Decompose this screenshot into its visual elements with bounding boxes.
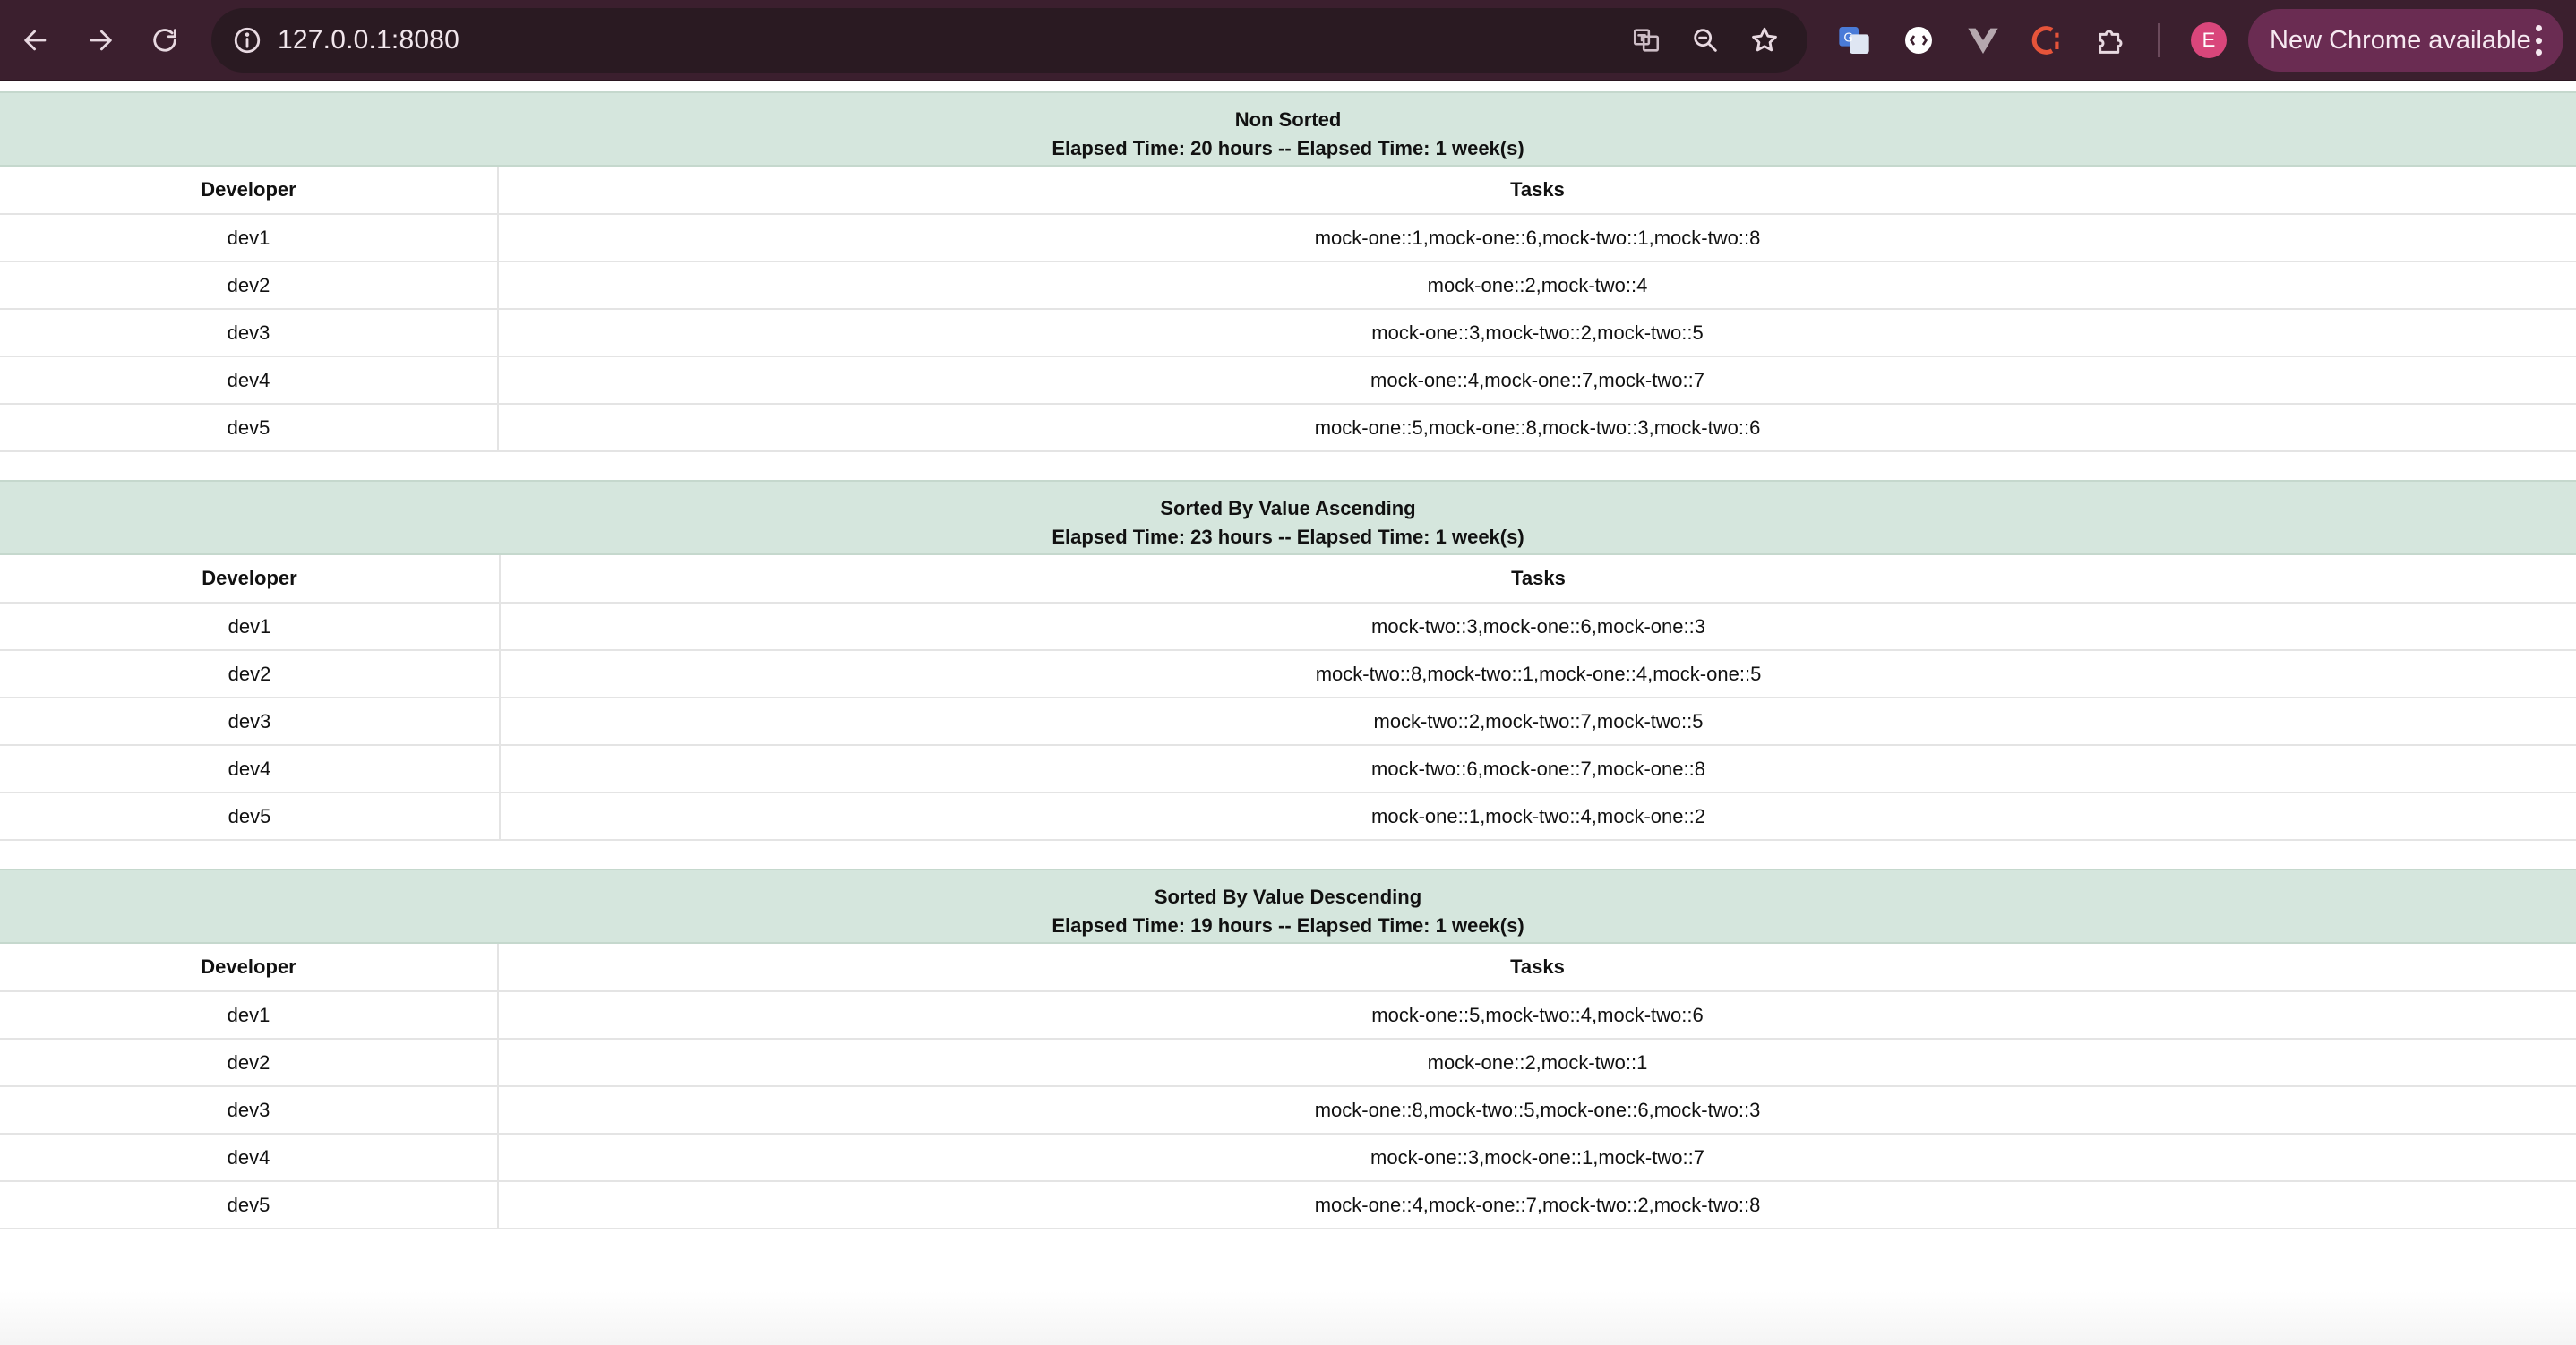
page-content: Non Sorted Elapsed Time: 20 hours -- Ela… <box>0 81 2576 1345</box>
table-row: dev4 mock-two::6,mock-one::7,mock-one::8 <box>0 745 2576 793</box>
new-chrome-available-button[interactable]: New Chrome available <box>2248 9 2563 72</box>
browser-toolbar: 127.0.0.1:8080 G E New Chrome available <box>0 0 2576 81</box>
more-vert-icon[interactable] <box>2529 22 2547 58</box>
section-non-sorted: Non Sorted Elapsed Time: 20 hours -- Ela… <box>0 91 2576 452</box>
tasks-cell: mock-one::4,mock-one::7,mock-two::2,mock… <box>498 1181 2576 1229</box>
arrow-right-icon <box>90 30 112 51</box>
section-title: Sorted By Value Ascending <box>1160 497 1416 519</box>
tasks-cell: mock-one::2,mock-two::1 <box>498 1039 2576 1087</box>
table-row: dev4 mock-one::3,mock-one::1,mock-two::7 <box>0 1134 2576 1182</box>
section-header: Sorted By Value Descending Elapsed Time:… <box>0 869 2576 944</box>
developer-task-table: Developer Tasks dev1 mock-two::3,mock-on… <box>0 555 2576 841</box>
tasks-cell: mock-one::5,mock-one::8,mock-two::3,mock… <box>498 404 2576 452</box>
arrow-left-icon <box>24 30 47 51</box>
column-header-tasks: Tasks <box>500 555 2576 604</box>
extension-circle-icon[interactable] <box>1899 21 1938 60</box>
tasks-cell: mock-one::5,mock-two::4,mock-two::6 <box>498 991 2576 1040</box>
tasks-cell: mock-two::3,mock-one::6,mock-one::3 <box>500 603 2576 651</box>
tasks-cell: mock-two::2,mock-two::7,mock-two::5 <box>500 698 2576 746</box>
google-translate-extension-icon[interactable]: G <box>1834 21 1874 60</box>
column-header-developer: Developer <box>0 555 501 604</box>
elapsed-time: Elapsed Time: 19 hours -- Elapsed Time: … <box>1052 914 1524 937</box>
forward-button[interactable] <box>75 15 125 65</box>
tasks-cell: mock-one::3,mock-one::1,mock-two::7 <box>498 1134 2576 1182</box>
column-header-tasks: Tasks <box>498 944 2576 992</box>
zoom-icon[interactable] <box>1689 24 1722 56</box>
table-header-row: Developer Tasks <box>0 167 2576 215</box>
tasks-cell: mock-two::6,mock-one::7,mock-one::8 <box>500 745 2576 793</box>
svg-text:G: G <box>1843 32 1852 46</box>
table-row: dev1 mock-two::3,mock-one::6,mock-one::3 <box>0 603 2576 651</box>
section-sorted-descending: Sorted By Value Descending Elapsed Time:… <box>0 869 2576 1229</box>
developer-cell: dev2 <box>0 1039 499 1087</box>
column-header-developer: Developer <box>0 167 499 215</box>
table-row: dev1 mock-one::1,mock-one::6,mock-two::1… <box>0 214 2576 262</box>
section-header: Non Sorted Elapsed Time: 20 hours -- Ela… <box>0 91 2576 167</box>
table-row: dev3 mock-two::2,mock-two::7,mock-two::5 <box>0 698 2576 746</box>
back-button[interactable] <box>11 15 61 65</box>
tasks-cell: mock-one::1,mock-one::6,mock-two::1,mock… <box>498 214 2576 262</box>
translate-icon[interactable] <box>1630 24 1662 56</box>
section-header: Sorted By Value Ascending Elapsed Time: … <box>0 480 2576 555</box>
table-row: dev4 mock-one::4,mock-one::7,mock-two::7 <box>0 356 2576 405</box>
elapsed-time: Elapsed Time: 20 hours -- Elapsed Time: … <box>1052 137 1524 159</box>
tasks-cell: mock-one::1,mock-two::4,mock-one::2 <box>500 792 2576 841</box>
developer-cell: dev2 <box>0 261 499 310</box>
extensions-puzzle-icon[interactable] <box>2092 21 2132 60</box>
profile-avatar[interactable]: E <box>2191 22 2227 58</box>
reload-icon <box>153 29 176 52</box>
address-bar[interactable]: 127.0.0.1:8080 <box>211 8 1807 73</box>
toolbar-divider <box>2158 23 2160 57</box>
developer-cell: dev4 <box>0 356 499 405</box>
table-row: dev3 mock-one::8,mock-two::5,mock-one::6… <box>0 1086 2576 1135</box>
developer-cell: dev4 <box>0 745 501 793</box>
column-header-tasks: Tasks <box>498 167 2576 215</box>
bookmark-star-icon[interactable] <box>1748 24 1781 56</box>
tasks-cell: mock-one::2,mock-two::4 <box>498 261 2576 310</box>
table-row: dev5 mock-one::1,mock-two::4,mock-one::2 <box>0 792 2576 841</box>
developer-cell: dev1 <box>0 991 499 1040</box>
url-text[interactable]: 127.0.0.1:8080 <box>278 8 459 73</box>
tasks-cell: mock-one::4,mock-one::7,mock-two::7 <box>498 356 2576 405</box>
table-row: dev1 mock-one::5,mock-two::4,mock-two::6 <box>0 991 2576 1040</box>
elapsed-time: Elapsed Time: 23 hours -- Elapsed Time: … <box>1052 526 1524 548</box>
table-row: dev2 mock-one::2,mock-two::1 <box>0 1039 2576 1087</box>
developer-cell: dev1 <box>0 214 499 262</box>
table-row: dev2 mock-two::8,mock-two::1,mock-one::4… <box>0 650 2576 698</box>
reload-button[interactable] <box>140 15 190 65</box>
developer-cell: dev3 <box>0 309 499 357</box>
section-title: Sorted By Value Descending <box>1154 886 1422 908</box>
table-row: dev3 mock-one::3,mock-two::2,mock-two::5 <box>0 309 2576 357</box>
table-header-row: Developer Tasks <box>0 555 2576 604</box>
section-sorted-ascending: Sorted By Value Ascending Elapsed Time: … <box>0 480 2576 841</box>
developer-cell: dev5 <box>0 1181 499 1229</box>
table-row: dev5 mock-one::4,mock-one::7,mock-two::2… <box>0 1181 2576 1229</box>
table-row: dev2 mock-one::2,mock-two::4 <box>0 261 2576 310</box>
developer-task-table: Developer Tasks dev1 mock-one::5,mock-tw… <box>0 944 2576 1229</box>
developer-cell: dev3 <box>0 698 501 746</box>
page-bottom-shadow <box>0 1291 2576 1345</box>
developer-cell: dev5 <box>0 792 501 841</box>
colorzilla-extension-icon[interactable] <box>2028 21 2067 60</box>
vue-devtools-extension-icon[interactable] <box>1963 21 2003 60</box>
section-title: Non Sorted <box>1234 108 1342 131</box>
developer-cell: dev5 <box>0 404 499 452</box>
table-row: dev5 mock-one::5,mock-one::8,mock-two::3… <box>0 404 2576 452</box>
developer-cell: dev3 <box>0 1086 499 1135</box>
tasks-cell: mock-one::8,mock-two::5,mock-one::6,mock… <box>498 1086 2576 1135</box>
tasks-cell: mock-two::8,mock-two::1,mock-one::4,mock… <box>500 650 2576 698</box>
column-header-developer: Developer <box>0 944 499 992</box>
tasks-cell: mock-one::3,mock-two::2,mock-two::5 <box>498 309 2576 357</box>
developer-cell: dev1 <box>0 603 501 651</box>
developer-task-table: Developer Tasks dev1 mock-one::1,mock-on… <box>0 167 2576 452</box>
developer-cell: dev4 <box>0 1134 499 1182</box>
table-header-row: Developer Tasks <box>0 944 2576 992</box>
update-label: New Chrome available <box>2270 26 2531 55</box>
developer-cell: dev2 <box>0 650 501 698</box>
site-info-icon[interactable] <box>229 22 265 58</box>
